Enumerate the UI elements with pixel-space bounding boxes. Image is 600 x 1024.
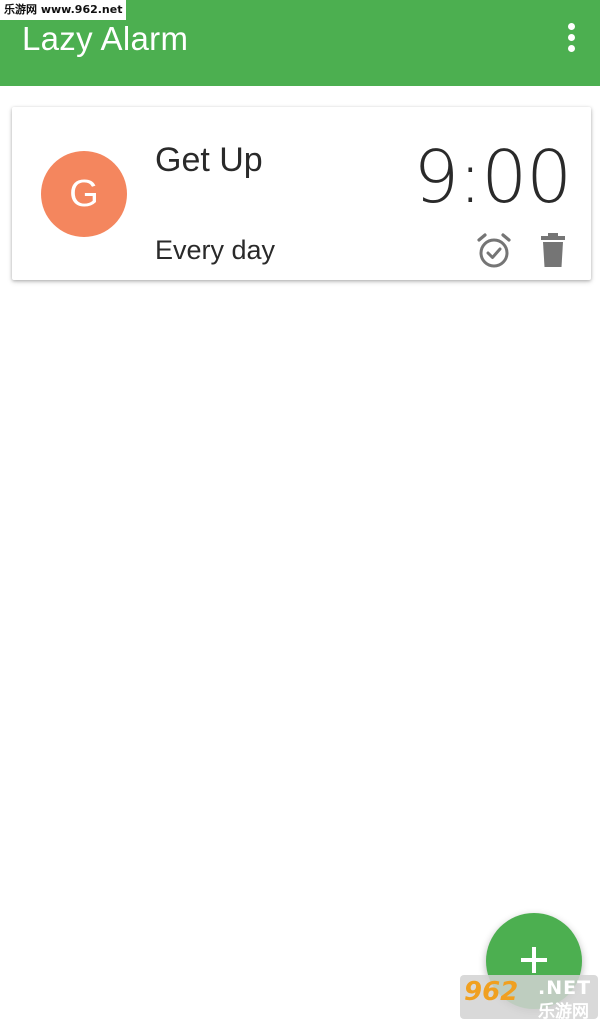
watermark-bottom: 962 .NET 乐游网 <box>460 975 598 1022</box>
alarm-time: 9:00 <box>413 135 572 219</box>
delete-icon[interactable] <box>533 231 573 271</box>
add-icon-vertical <box>532 947 536 973</box>
watermark-number: 962 <box>464 977 519 1007</box>
more-vert-icon[interactable] <box>558 18 586 58</box>
alarm-repeat: Every day <box>155 235 276 265</box>
app-title: Lazy Alarm <box>22 20 189 57</box>
alarm-on-icon[interactable] <box>474 231 514 271</box>
alarm-avatar: G <box>41 151 127 237</box>
app-screen: Lazy Alarm 乐游网 www.962.net G Get Up 9:00… <box>0 0 600 1024</box>
watermark-cn: 乐游网 <box>538 1002 589 1022</box>
alarm-card[interactable]: G Get Up 9:00 Every day <box>12 107 591 280</box>
menu-dot <box>568 23 575 30</box>
watermark-net: .NET <box>538 977 592 999</box>
menu-dot <box>568 34 575 41</box>
menu-dot <box>568 45 575 52</box>
alarm-name: Get Up <box>155 141 263 179</box>
watermark-top: 乐游网 www.962.net <box>0 0 127 20</box>
